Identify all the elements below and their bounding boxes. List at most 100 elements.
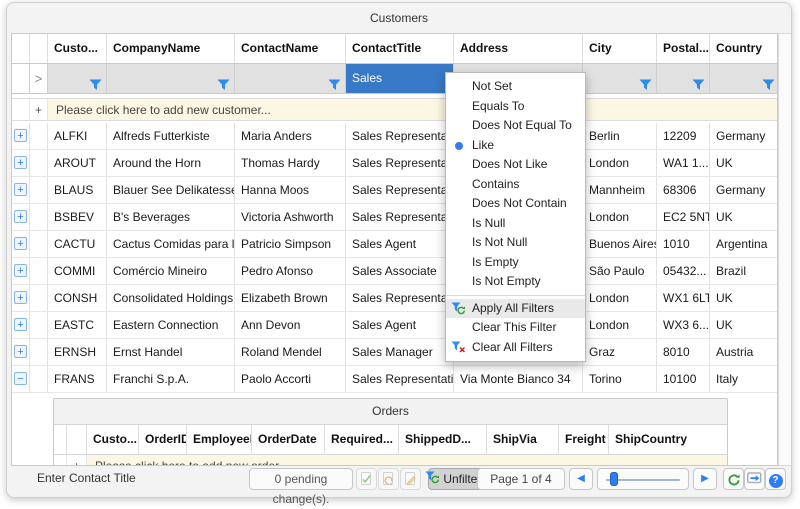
cell-contact-title[interactable]: Sales Representative bbox=[346, 123, 454, 149]
page-slider[interactable] bbox=[597, 468, 689, 490]
orders-column-employeeid[interactable]: EmployeeID bbox=[187, 425, 252, 454]
cell-postal-code[interactable]: 68306 bbox=[657, 177, 710, 203]
table-row[interactable]: CACTU Cactus Comidas para l... Patricio … bbox=[12, 231, 777, 258]
orders-column-shipcountry[interactable]: ShipCountry bbox=[609, 425, 727, 454]
filter-cell-postal[interactable] bbox=[657, 64, 710, 93]
cell-contact-name[interactable]: Ann Devon bbox=[235, 312, 346, 338]
cell-postal-code[interactable]: 05432... bbox=[657, 258, 710, 284]
orders-column-customerid[interactable]: Custo... bbox=[87, 425, 139, 454]
previous-page-button[interactable]: ◀ bbox=[569, 468, 593, 490]
cell-contact-title[interactable]: Sales Representative bbox=[346, 204, 454, 230]
table-row[interactable]: FRANS Franchi S.p.A. Paolo Accorti Sales… bbox=[12, 366, 777, 393]
cell-contact-name[interactable]: Roland Mendel bbox=[235, 339, 346, 365]
cell-city[interactable]: London bbox=[583, 312, 657, 338]
expand-row-button[interactable] bbox=[14, 372, 27, 385]
filter-cell-city[interactable] bbox=[583, 64, 657, 93]
cell-city[interactable]: Mannheim bbox=[583, 177, 657, 203]
cell-contact-name[interactable]: Thomas Hardy bbox=[235, 150, 346, 176]
help-button[interactable]: ? bbox=[765, 468, 786, 490]
filter-cell-contacttitle-active[interactable]: Sales bbox=[346, 64, 454, 93]
cell-company-name[interactable]: Consolidated Holdings bbox=[107, 285, 235, 311]
cell-city[interactable]: Graz bbox=[583, 339, 657, 365]
orders-column-shippeddate[interactable]: ShippedD... bbox=[399, 425, 487, 454]
menu-item[interactable]: Not Set bbox=[446, 77, 585, 97]
table-row[interactable]: CONSH Consolidated Holdings Elizabeth Br… bbox=[12, 285, 777, 312]
cell-postal-code[interactable]: 12209 bbox=[657, 123, 710, 149]
cell-customer-id[interactable]: AROUT bbox=[48, 150, 107, 176]
cell-postal-code[interactable]: 1010 bbox=[657, 231, 710, 257]
menu-item[interactable]: Clear This Filter bbox=[446, 318, 585, 338]
edit-row-button[interactable] bbox=[400, 468, 421, 490]
cell-customer-id[interactable]: EASTC bbox=[48, 312, 107, 338]
filter-funnel-icon[interactable] bbox=[639, 73, 652, 102]
menu-item[interactable]: Apply All Filters bbox=[446, 299, 585, 319]
cell-company-name[interactable]: B's Beverages bbox=[107, 204, 235, 230]
add-customer-text[interactable]: Please click here to add new customer... bbox=[48, 99, 777, 120]
cell-contact-title[interactable]: Sales Representative bbox=[346, 366, 454, 392]
cell-country[interactable]: UK bbox=[710, 150, 778, 176]
cell-contact-name[interactable]: Patricio Simpson bbox=[235, 231, 346, 257]
cell-country[interactable]: UK bbox=[710, 312, 778, 338]
vertical-scrollbar[interactable] bbox=[778, 33, 791, 466]
cell-contact-name[interactable]: Elizabeth Brown bbox=[235, 285, 346, 311]
cell-contact-title[interactable]: Sales Representative bbox=[346, 177, 454, 203]
filter-cell-companyname[interactable] bbox=[107, 64, 235, 93]
cell-company-name[interactable]: Franchi S.p.A. bbox=[107, 366, 235, 392]
cell-customer-id[interactable]: CACTU bbox=[48, 231, 107, 257]
cell-company-name[interactable]: Comércio Mineiro bbox=[107, 258, 235, 284]
slider-thumb[interactable] bbox=[610, 472, 618, 486]
cell-contact-title[interactable]: Sales Agent bbox=[346, 231, 454, 257]
filter-cell-contactname[interactable] bbox=[235, 64, 346, 93]
expand-row-button[interactable] bbox=[14, 264, 27, 277]
cell-contact-name[interactable]: Victoria Ashworth bbox=[235, 204, 346, 230]
cell-city[interactable]: São Paulo bbox=[583, 258, 657, 284]
filter-funnel-icon[interactable] bbox=[762, 73, 775, 102]
cell-customer-id[interactable]: COMMI bbox=[48, 258, 107, 284]
cell-contact-title[interactable]: Sales Agent bbox=[346, 312, 454, 338]
cell-company-name[interactable]: Alfreds Futterkiste bbox=[107, 123, 235, 149]
cell-company-name[interactable]: Cactus Comidas para l... bbox=[107, 231, 235, 257]
menu-item[interactable]: Contains bbox=[446, 175, 585, 195]
table-row[interactable]: EASTC Eastern Connection Ann Devon Sales… bbox=[12, 312, 777, 339]
menu-item[interactable]: Like bbox=[446, 136, 585, 156]
cell-customer-id[interactable]: BSBEV bbox=[48, 204, 107, 230]
orders-column-requireddate[interactable]: Required... bbox=[325, 425, 399, 454]
cell-city[interactable]: London bbox=[583, 204, 657, 230]
menu-item[interactable]: Clear All Filters bbox=[446, 338, 585, 358]
menu-item[interactable]: Is Not Empty bbox=[446, 272, 585, 292]
menu-item[interactable]: Is Empty bbox=[446, 253, 585, 273]
menu-item[interactable]: Does Not Contain bbox=[446, 194, 585, 214]
column-header-contacttitle[interactable]: ContactTitle bbox=[346, 34, 454, 63]
menu-item[interactable]: Is Null bbox=[446, 214, 585, 234]
cell-country[interactable]: Austria bbox=[710, 339, 778, 365]
cell-company-name[interactable]: Ernst Handel bbox=[107, 339, 235, 365]
cell-company-name[interactable]: Around the Horn bbox=[107, 150, 235, 176]
cell-city[interactable]: Berlin bbox=[583, 123, 657, 149]
orders-column-orderid[interactable]: OrderID bbox=[139, 425, 187, 454]
revert-changes-button[interactable] bbox=[378, 468, 399, 490]
cell-city[interactable]: London bbox=[583, 285, 657, 311]
expand-row-button[interactable] bbox=[14, 129, 27, 142]
column-header-address[interactable]: Address bbox=[454, 34, 583, 63]
cell-contact-name[interactable]: Hanna Moos bbox=[235, 177, 346, 203]
expand-row-button[interactable] bbox=[14, 210, 27, 223]
cell-country[interactable]: Germany bbox=[710, 123, 778, 149]
column-header-city[interactable]: City bbox=[583, 34, 657, 63]
cell-contact-title[interactable]: Sales Manager bbox=[346, 339, 454, 365]
column-header-customerid[interactable]: Custo... bbox=[48, 34, 107, 63]
cell-company-name[interactable]: Eastern Connection bbox=[107, 312, 235, 338]
cell-customer-id[interactable]: CONSH bbox=[48, 285, 107, 311]
next-page-button[interactable]: ▶ bbox=[693, 468, 717, 490]
filter-funnel-icon[interactable] bbox=[89, 73, 102, 102]
cell-contact-name[interactable]: Paolo Accorti bbox=[235, 366, 346, 392]
add-new-customer-row[interactable]: + Please click here to add new customer.… bbox=[12, 98, 777, 121]
cell-postal-code[interactable]: WX1 6LT bbox=[657, 285, 710, 311]
cell-country[interactable]: UK bbox=[710, 204, 778, 230]
cell-company-name[interactable]: Blauer See Delikatessen bbox=[107, 177, 235, 203]
filter-cell-customerid[interactable] bbox=[48, 64, 107, 93]
cell-postal-code[interactable]: EC2 5NT bbox=[657, 204, 710, 230]
orders-column-shipvia[interactable]: ShipVia bbox=[487, 425, 559, 454]
cell-contact-name[interactable]: Maria Anders bbox=[235, 123, 346, 149]
cell-contact-title[interactable]: Sales Associate bbox=[346, 258, 454, 284]
menu-item[interactable]: Is Not Null bbox=[446, 233, 585, 253]
